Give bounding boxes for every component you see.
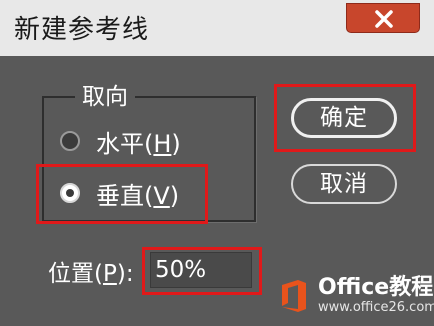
office-logo-icon: [282, 280, 306, 312]
ok-button[interactable]: 确定: [291, 98, 397, 138]
radio-horizontal-circle[interactable]: [60, 131, 80, 151]
position-input[interactable]: 50%: [150, 252, 252, 288]
watermark: Office教程网 www.office26.com: [278, 276, 434, 316]
radio-vertical[interactable]: 垂直(V): [60, 176, 179, 210]
watermark-url: www.office26.com: [318, 300, 434, 315]
new-guide-dialog: 新建参考线 取向 水平(H) 垂直(V) 确定 取消 位置(P): 50% Of…: [0, 0, 434, 326]
dialog-title: 新建参考线: [14, 15, 150, 45]
close-button[interactable]: [346, 3, 420, 33]
watermark-title: Office教程网: [318, 275, 434, 300]
cancel-button[interactable]: 取消: [291, 164, 397, 204]
radio-selected-dot: [66, 189, 74, 197]
radio-horizontal-label: 水平(H): [96, 129, 181, 158]
title-bar[interactable]: 新建参考线: [0, 0, 434, 56]
radio-vertical-circle[interactable]: [60, 183, 80, 203]
orientation-legend: 取向: [75, 82, 135, 112]
position-label: 位置(P):: [48, 261, 134, 287]
radio-horizontal[interactable]: 水平(H): [60, 124, 181, 158]
close-icon: [375, 10, 393, 28]
radio-vertical-label: 垂直(V): [96, 181, 180, 210]
